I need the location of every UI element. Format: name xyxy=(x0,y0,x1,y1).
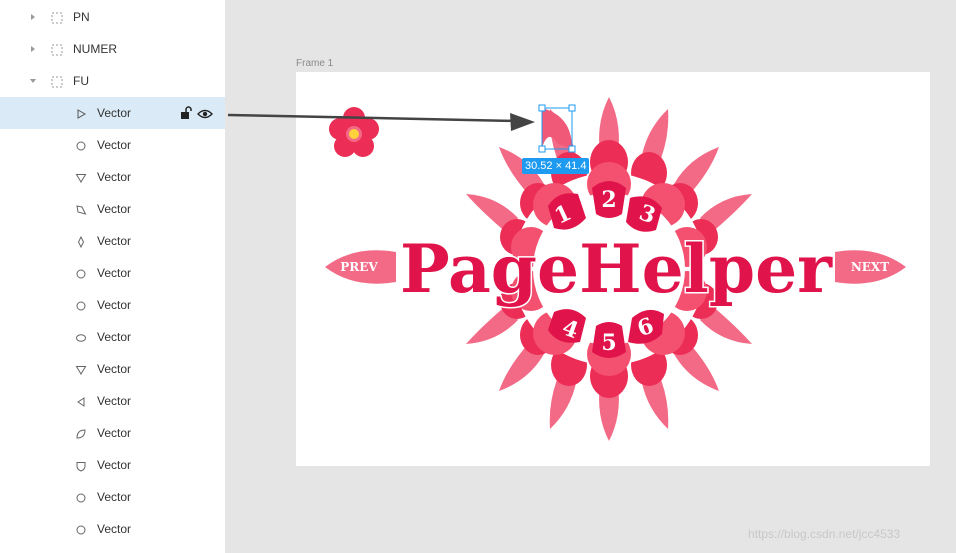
layer-vector-10[interactable]: Vector xyxy=(0,385,225,417)
artwork-title: PageHelper xyxy=(400,230,833,308)
page-number-5[interactable]: 5 xyxy=(601,330,616,356)
layer-vector-5[interactable]: Vector xyxy=(0,225,225,257)
layer-label: Vector xyxy=(97,138,132,152)
layer-vector-2[interactable]: Vector xyxy=(0,129,225,161)
frame-label[interactable]: Frame 1 xyxy=(296,58,333,69)
layer-vector-13[interactable]: Vector xyxy=(0,481,225,513)
frame-group-icon xyxy=(51,43,63,56)
prev-label[interactable]: PREV xyxy=(340,260,378,274)
layer-group-label: PN xyxy=(73,10,90,24)
vector-circle-icon xyxy=(75,299,87,311)
pagehelper-artwork[interactable]: 1 2 3 4 5 6 PREV NEXT PageHelper xyxy=(296,72,930,466)
small-flower-icon[interactable] xyxy=(329,107,379,157)
layers-panel: PN NUMER FU Vector Vector Vector Vector … xyxy=(0,0,225,553)
vector-circle-icon xyxy=(75,267,87,279)
layer-vector-12[interactable]: Vector xyxy=(0,449,225,481)
eye-icon[interactable] xyxy=(197,107,213,119)
selected-vector-shape[interactable] xyxy=(542,108,572,148)
vector-oval-icon xyxy=(75,331,87,343)
layer-group-label: FU xyxy=(73,74,89,88)
vector-leaf-icon xyxy=(75,427,87,439)
layer-label: Vector xyxy=(97,458,132,472)
layer-vector-6[interactable]: Vector xyxy=(0,257,225,289)
layer-group-label: NUMER xyxy=(73,42,117,56)
frame-group-icon xyxy=(51,11,63,24)
vector-triangle-left-icon xyxy=(75,395,87,407)
vector-triangle-down-icon xyxy=(75,171,87,183)
layer-vector-4[interactable]: Vector xyxy=(0,193,225,225)
selection-size-badge: 30.52 × 41.4 xyxy=(522,158,590,174)
layer-vector-8[interactable]: Vector xyxy=(0,321,225,353)
layer-label: Vector xyxy=(97,106,132,120)
vector-diamond-icon xyxy=(75,235,87,249)
vector-circle-icon xyxy=(75,139,87,151)
layer-label: Vector xyxy=(97,202,132,216)
layer-vector-3[interactable]: Vector xyxy=(0,161,225,193)
layer-label: Vector xyxy=(97,394,132,408)
caret-right-icon[interactable] xyxy=(29,45,37,53)
layer-vector-9[interactable]: Vector xyxy=(0,353,225,385)
vector-triangle-down-icon xyxy=(75,363,87,375)
layer-label: Vector xyxy=(97,170,132,184)
resize-handle[interactable] xyxy=(568,104,576,112)
layer-label: Vector xyxy=(97,362,132,376)
layer-vector-11[interactable]: Vector xyxy=(0,417,225,449)
layer-label: Vector xyxy=(97,330,132,344)
layer-vector-1[interactable]: Vector xyxy=(0,97,225,129)
page-number-2[interactable]: 2 xyxy=(601,187,616,213)
vector-circle-icon xyxy=(75,523,87,535)
vector-circle-icon xyxy=(75,491,87,503)
vector-shield-icon xyxy=(75,459,87,472)
layer-group-numer[interactable]: NUMER xyxy=(0,33,225,65)
resize-handle[interactable] xyxy=(538,104,546,112)
layer-label: Vector xyxy=(97,426,132,440)
next-label[interactable]: NEXT xyxy=(851,260,889,274)
layer-label: Vector xyxy=(97,234,132,248)
caret-down-icon[interactable] xyxy=(29,77,37,85)
caret-right-icon[interactable] xyxy=(29,13,37,21)
vector-triangle-icon xyxy=(75,107,87,119)
resize-handle[interactable] xyxy=(538,145,546,153)
layer-label: Vector xyxy=(97,298,132,312)
layer-label: Vector xyxy=(97,522,132,536)
resize-handle[interactable] xyxy=(568,145,576,153)
layer-vector-7[interactable]: Vector xyxy=(0,289,225,321)
layer-label: Vector xyxy=(97,490,132,504)
layer-label: Vector xyxy=(97,266,132,280)
layer-group-pn[interactable]: PN xyxy=(0,1,225,33)
vector-quad-icon xyxy=(75,203,87,215)
frame-group-icon xyxy=(51,75,63,88)
watermark: https://blog.csdn.net/jcc4533 xyxy=(748,527,901,541)
unlock-icon[interactable] xyxy=(180,106,192,120)
layer-vector-14[interactable]: Vector xyxy=(0,513,225,545)
layer-group-fu[interactable]: FU xyxy=(0,65,225,97)
